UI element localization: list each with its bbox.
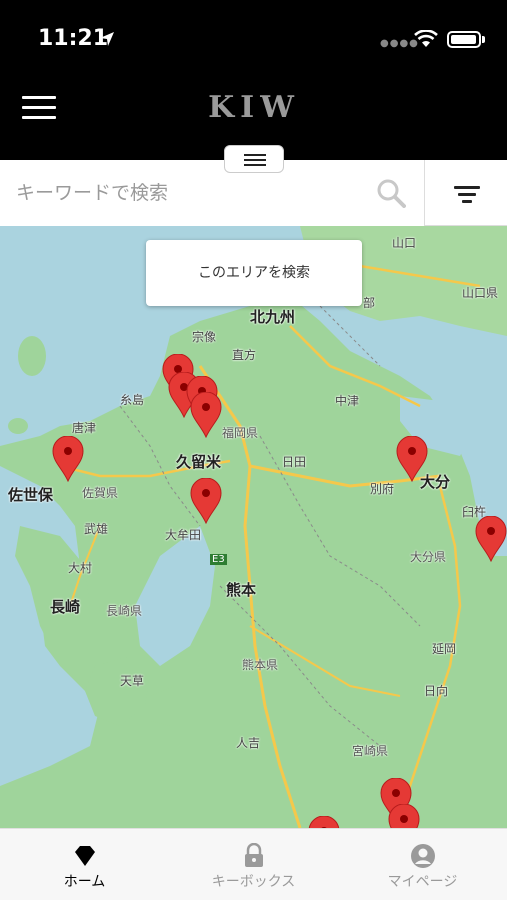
map-label-nagasaki-pref: 長崎県: [106, 604, 143, 618]
map-label-itoshima: 糸島: [120, 393, 145, 407]
search-this-area-button[interactable]: このエリアを検索: [146, 240, 362, 306]
map-pin-icon[interactable]: [52, 436, 84, 482]
search-icon[interactable]: [376, 178, 406, 208]
filter-icon: [454, 186, 480, 189]
map-label-amakusa: 天草: [120, 674, 145, 688]
map-label-beppu: 別府: [370, 482, 395, 496]
map-label-fukuoka-pref: 福岡県: [222, 426, 259, 440]
map-pin-icon[interactable]: [190, 392, 222, 438]
map-label-nagasaki: 長崎: [50, 598, 81, 616]
map-label-kumamoto-pref: 熊本県: [242, 658, 279, 672]
map-pin-icon[interactable]: [190, 478, 222, 524]
map-label-sasebo: 佐世保: [8, 486, 54, 504]
map-label-be: 部: [363, 296, 376, 310]
tab-mypage-label: マイページ: [387, 874, 458, 890]
map-label-hita: 日田: [282, 455, 307, 469]
tab-home-label: ホーム: [63, 874, 106, 890]
drawer-handle-button[interactable]: [224, 145, 284, 173]
map-pin-icon[interactable]: [308, 816, 340, 828]
person-icon: [411, 844, 435, 868]
map-label-kumamoto: 熊本: [226, 581, 257, 599]
tab-home[interactable]: ホーム: [0, 829, 169, 900]
wifi-icon: [414, 30, 438, 47]
search-input[interactable]: [0, 160, 425, 226]
map-label-hyuga: 日向: [424, 684, 449, 698]
map-label-hitoyoshi: 人吉: [236, 736, 261, 750]
map-label-kurume: 久留米: [176, 453, 222, 471]
filter-button[interactable]: [426, 160, 507, 226]
lock-icon: [245, 843, 263, 867]
bottom-tab-bar: ホーム キーボックス マイページ: [0, 828, 507, 900]
diamond-icon: [75, 846, 95, 866]
battery-tip: [482, 36, 485, 43]
map-label-nobeoka: 延岡: [432, 642, 457, 656]
map-pin-icon[interactable]: [396, 436, 428, 482]
map-label-saga-pref: 佐賀県: [82, 486, 119, 500]
map-label-yamaguchi: 山口: [392, 236, 417, 250]
status-bar: 11:21 ●●●●: [0, 0, 507, 80]
map-label-omura: 大村: [68, 561, 93, 575]
map-label-yamaguchi-pref: 山口県: [462, 286, 499, 300]
battery-icon: [447, 31, 481, 48]
menu-button[interactable]: [22, 94, 56, 122]
map-label-takeo: 武雄: [84, 522, 109, 536]
map-label-oita-pref: 大分県: [410, 550, 447, 564]
tab-keybox-label: キーボックス: [211, 874, 296, 890]
map-pin-icon[interactable]: [475, 516, 507, 562]
map-label-karatsu: 唐津: [72, 421, 97, 435]
map-label-miyazaki-pref: 宮崎県: [352, 744, 389, 758]
map-label-omuta: 大牟田: [165, 528, 202, 542]
map-label-nogata: 直方: [232, 348, 257, 362]
map-pin-icon[interactable]: [388, 804, 420, 828]
map-label-kitakyushu: 北九州: [250, 308, 296, 326]
map-label-munakata: 宗像: [192, 330, 217, 344]
tab-mypage[interactable]: マイページ: [338, 829, 507, 900]
map-view[interactable]: 山口 山口県 部 北九州 宗像 直方 糸島 中津 福岡県 唐津 久留米 日田 別…: [0, 226, 507, 828]
tab-keybox[interactable]: キーボックス: [169, 829, 338, 900]
map-label-nakatsu: 中津: [335, 394, 360, 408]
app-logo: KIW: [208, 90, 300, 125]
map-label-e3: E3: [210, 554, 227, 565]
location-arrow-icon: [100, 32, 114, 46]
